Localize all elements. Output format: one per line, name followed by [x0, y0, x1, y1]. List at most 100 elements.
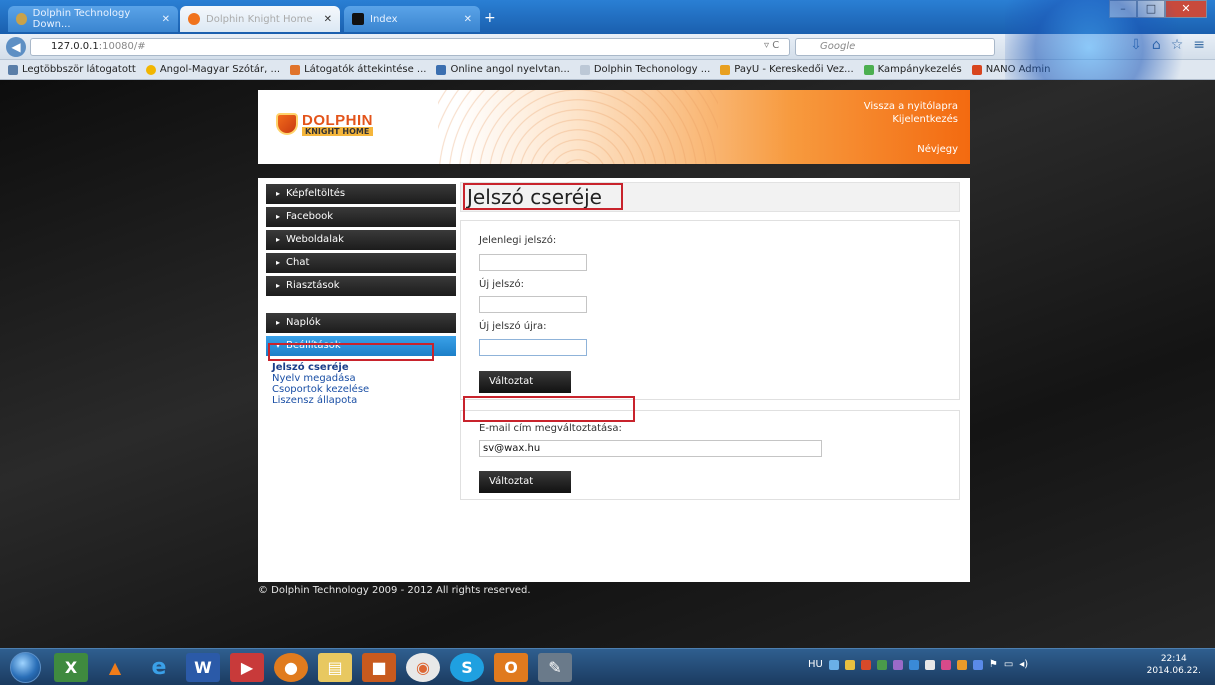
menu-item-weboldalak[interactable]: Weboldalak: [266, 230, 456, 250]
menu-icon[interactable]: ≡: [1193, 37, 1205, 53]
tab-favicon-icon: [352, 13, 364, 25]
side-menu: Képfeltöltés Facebook Weboldalak Chat Ri…: [266, 184, 456, 406]
bookmark-item[interactable]: Angol-Magyar Szótár, ...: [145, 64, 280, 75]
email-field[interactable]: sv@wax.hu: [479, 440, 822, 457]
sublink-password[interactable]: Jelszó cseréje: [272, 362, 456, 373]
about-link[interactable]: Névjegy: [917, 144, 958, 155]
menu-item-kepfeltoltes[interactable]: Képfeltöltés: [266, 184, 456, 204]
logo-subtext: KNIGHT HOME: [302, 127, 373, 136]
current-password-label: Jelenlegi jelszó:: [479, 235, 557, 246]
tray-app-icon[interactable]: [972, 659, 983, 670]
address-bar[interactable]: 127.0.0.1:10080/#: [30, 38, 790, 56]
close-window-icon[interactable]: ✕: [1165, 0, 1207, 18]
current-password-field[interactable]: [479, 254, 587, 271]
web-page: DOLPHIN KNIGHT HOME Vissza a nyitólapra …: [0, 80, 1215, 648]
firefox-icon[interactable]: ●: [274, 653, 308, 682]
clock[interactable]: 22:14 2014.06.22.: [1147, 653, 1201, 677]
tray-app-icon[interactable]: [860, 659, 871, 670]
menu-item-facebook[interactable]: Facebook: [266, 207, 456, 227]
bookmark-icon: [145, 64, 156, 75]
browser-tabbar: Dolphin Technology Down... ✕ Dolphin Kni…: [0, 0, 1215, 34]
menu-item-chat[interactable]: Chat: [266, 253, 456, 273]
site-logo[interactable]: DOLPHIN KNIGHT HOME: [276, 112, 373, 136]
bookmark-label: Legtöbbször látogatott: [22, 64, 136, 75]
network-icon[interactable]: ▭: [1004, 659, 1013, 670]
reload-icon[interactable]: ▿ C: [764, 40, 779, 51]
system-tray: HU ⚑ ▭ ◂): [808, 659, 1028, 670]
tray-app-icon[interactable]: [924, 659, 935, 670]
bookmarks-bar: Legtöbbször látogatott Angol-Magyar Szót…: [0, 60, 1215, 80]
site-header: DOLPHIN KNIGHT HOME Vissza a nyitólapra …: [258, 90, 970, 164]
app-icon[interactable]: ■: [362, 653, 396, 682]
menu-item-naplok[interactable]: Naplók: [266, 313, 456, 333]
new-tab-icon[interactable]: +: [484, 10, 496, 26]
word-icon[interactable]: W: [186, 653, 220, 682]
tray-app-icon[interactable]: [892, 659, 903, 670]
back-arrow-icon[interactable]: ◀: [6, 37, 26, 57]
tab-index[interactable]: Index ✕: [344, 6, 480, 32]
bookmark-item[interactable]: NANO Admin: [971, 64, 1051, 75]
email-label: E-mail cím megváltoztatása:: [479, 423, 622, 434]
tab-dolphin-knight-home[interactable]: Dolphin Knight Home ✕: [180, 6, 340, 32]
browser-navbar: ◀ 127.0.0.1:10080/# ▿ C Google ⇩ ⌂ ☆ ≡: [0, 34, 1215, 60]
tab-label: Dolphin Knight Home: [206, 13, 313, 25]
tray-app-icon[interactable]: [940, 659, 951, 670]
tray-app-icon[interactable]: [844, 659, 855, 670]
tray-app-icon[interactable]: [956, 659, 967, 670]
bookmark-label: NANO Admin: [985, 64, 1051, 75]
star-icon[interactable]: ☆: [1171, 37, 1184, 53]
new-password-field[interactable]: [479, 296, 587, 313]
window-controls: – □ ✕: [1109, 0, 1207, 18]
clock-date: 2014.06.22.: [1146, 666, 1201, 676]
bookmark-item[interactable]: Kampánykezelés: [863, 64, 962, 75]
volume-icon[interactable]: ◂): [1019, 659, 1028, 670]
maximize-icon[interactable]: □: [1137, 0, 1165, 18]
bookmark-item[interactable]: Online angol nyelvtan...: [436, 64, 570, 75]
change-email-button[interactable]: Változtat: [479, 471, 571, 493]
ie-icon[interactable]: e: [142, 653, 176, 682]
close-tab-icon[interactable]: ✕: [464, 14, 472, 25]
folder-icon[interactable]: ▤: [318, 653, 352, 682]
new-password-again-label: Új jelszó újra:: [479, 321, 547, 332]
clock-time: 22:14: [1160, 654, 1187, 664]
close-tab-icon[interactable]: ✕: [162, 14, 170, 25]
download-icon[interactable]: ⇩: [1130, 37, 1142, 53]
start-button[interactable]: [10, 652, 41, 683]
skype-icon[interactable]: S: [450, 653, 484, 682]
outlook-icon[interactable]: O: [494, 653, 528, 682]
bookmark-item[interactable]: Dolphin Techonology ...: [579, 64, 710, 75]
highlight-box: [268, 343, 434, 361]
sublink-language[interactable]: Nyelv megadása: [272, 373, 456, 384]
close-tab-icon[interactable]: ✕: [324, 14, 332, 25]
password-form: Jelenlegi jelszó: Új jelszó: Új jelszó ú…: [460, 220, 960, 400]
header-links: Vissza a nyitólapra Kijelentkezés: [864, 100, 958, 126]
bookmark-icon: [8, 64, 18, 75]
bookmark-icon: [971, 64, 982, 75]
url-rest: :10080/#: [98, 41, 146, 52]
home-link[interactable]: Vissza a nyitólapra: [864, 100, 958, 113]
minimize-icon[interactable]: –: [1109, 0, 1137, 18]
language-indicator[interactable]: HU: [808, 659, 823, 670]
excel-icon[interactable]: X: [54, 653, 88, 682]
tray-app-icon[interactable]: [876, 659, 887, 670]
search-input[interactable]: Google: [795, 38, 995, 56]
tab-dolphin-download[interactable]: Dolphin Technology Down... ✕: [8, 6, 178, 32]
tray-app-icon[interactable]: [908, 659, 919, 670]
logout-link[interactable]: Kijelentkezés: [864, 113, 958, 126]
chrome-icon[interactable]: ◉: [406, 653, 440, 682]
paint-icon[interactable]: ✎: [538, 653, 572, 682]
sublink-groups[interactable]: Csoportok kezelése: [272, 384, 456, 395]
new-password-again-field[interactable]: [479, 339, 587, 356]
bookmark-item[interactable]: PayU - Kereskedői Vez...: [720, 64, 854, 75]
menu-item-riasztasok[interactable]: Riasztások: [266, 276, 456, 296]
flag-icon[interactable]: ⚑: [989, 659, 998, 670]
tray-app-icon[interactable]: [828, 659, 839, 670]
bookmark-item[interactable]: Látogatók áttekintése ...: [290, 64, 426, 75]
media-icon[interactable]: ▶: [230, 653, 264, 682]
bookmark-icon: [290, 64, 301, 75]
sublink-license[interactable]: Liszensz állapota: [272, 395, 456, 406]
vlc-icon[interactable]: ▲: [98, 653, 132, 682]
change-password-button[interactable]: Változtat: [479, 371, 571, 393]
bookmark-item[interactable]: Legtöbbször látogatott: [8, 64, 136, 75]
home-icon[interactable]: ⌂: [1152, 37, 1161, 53]
